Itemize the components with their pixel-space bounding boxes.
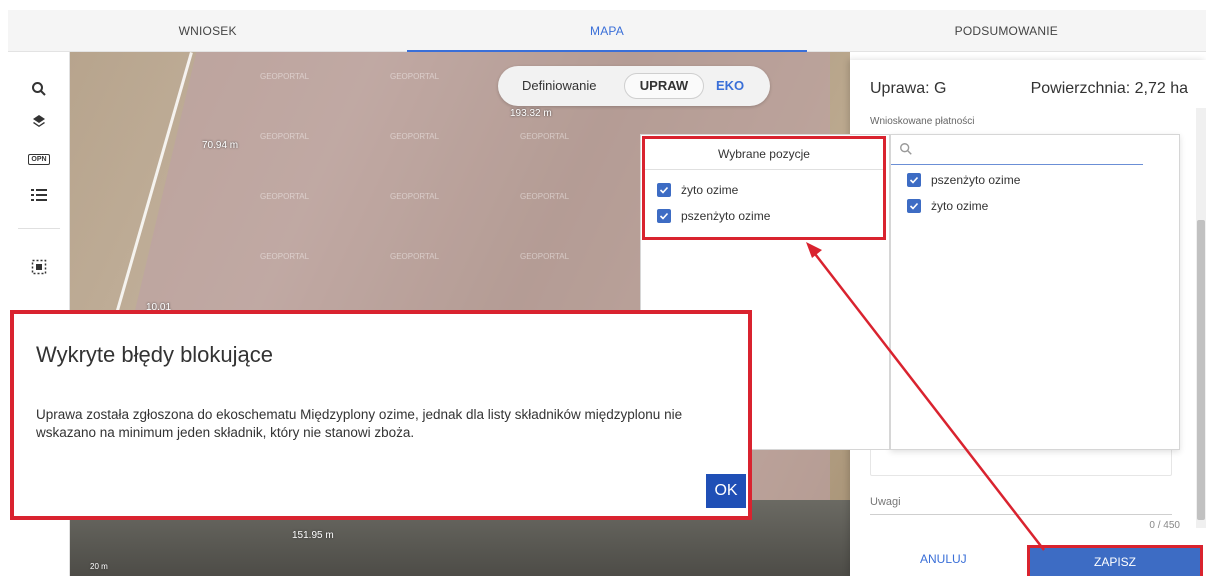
list-icon[interactable] [26,182,52,208]
notes-label: Uwagi [870,496,901,508]
layers-icon[interactable] [26,108,52,134]
list-item[interactable]: żyto ozime [907,199,988,213]
watermark: GEOPORTAL [260,132,310,141]
mode-switch: Definiowanie UPRAW EKO [498,66,770,106]
checkbox-icon[interactable] [657,183,671,197]
watermark: GEOPORTAL [260,192,310,201]
selected-title: Wybrane pozycje [718,147,810,161]
save-button[interactable]: ZAPISZ [1027,545,1203,576]
mode-upraw-button[interactable]: UPRAW [624,73,704,99]
toolbar-divider [18,228,60,229]
watermark: GEOPORTAL [390,132,440,141]
watermark: GEOPORTAL [260,72,310,81]
watermark: GEOPORTAL [520,132,570,141]
selected-item-label: żyto ozime [681,183,739,197]
selected-item[interactable]: pszenżyto ozime [657,209,770,223]
payments-label: Wnioskowane płatności [870,116,975,127]
app-root: WNIOSEK MAPA PODSUMOWANIE OPN GEOPORTAL … [0,0,1206,576]
checkbox-icon[interactable] [907,199,921,213]
dialog-message: Uprawa została zgłoszona do ekoschematu … [36,407,683,440]
selected-highlight: Wybrane pozycje żyto ozime pszenżyto ozi… [642,136,886,240]
top-tabs: WNIOSEK MAPA PODSUMOWANIE [8,10,1206,52]
measure-bottom: 151.95 m [292,530,334,541]
search-icon [900,143,912,155]
watermark: GEOPORTAL [390,72,440,81]
list-item-label: pszenżyto ozime [931,173,1021,187]
select-area-icon[interactable] [26,254,52,280]
watermark: GEOPORTAL [390,192,440,201]
divider [645,169,883,170]
opn-icon[interactable]: OPN [26,146,52,172]
selected-item[interactable]: żyto ozime [657,183,738,197]
mode-eko-button[interactable]: EKO [716,78,744,93]
area-title: Powierzchnia: 2,72 ha [1030,80,1188,97]
crop-title: Uprawa: G [870,80,947,97]
selected-item-label: pszenżyto ozime [681,209,771,223]
measure-top: 193.32 m [510,108,552,119]
panel-scrollbar[interactable] [1196,108,1206,528]
payments-dropdown: pszenżyto ozime żyto ozime [890,134,1180,450]
watermark: GEOPORTAL [260,252,310,261]
tab-mapa[interactable]: MAPA [407,10,807,52]
char-count: 0 / 450 [1149,520,1180,531]
list-item-label: żyto ozime [931,199,989,213]
error-dialog: Wykryte błędy blokujące Uprawa została z… [10,310,752,520]
map-scale: 20 m [90,562,108,571]
search-input[interactable] [891,135,1143,165]
cancel-button[interactable]: ANULUJ [920,552,967,566]
measure-left: 70.94 m [202,140,239,151]
watermark: GEOPORTAL [520,252,570,261]
opn-label: OPN [28,153,50,165]
checkbox-icon[interactable] [657,209,671,223]
scrollbar-thumb[interactable] [1197,220,1205,520]
tab-wniosek[interactable]: WNIOSEK [8,10,407,51]
watermark: GEOPORTAL [520,192,570,201]
dialog-title: Wykryte błędy blokujące [36,342,274,367]
notes-input[interactable] [870,514,1172,515]
watermark: GEOPORTAL [390,252,440,261]
list-item[interactable]: pszenżyto ozime [907,173,1020,187]
checkbox-icon[interactable] [907,173,921,187]
mode-label: Definiowanie [522,78,597,93]
search-icon[interactable] [26,76,52,102]
tab-podsumowanie[interactable]: PODSUMOWANIE [807,10,1206,51]
ok-button[interactable]: OK [706,474,746,508]
